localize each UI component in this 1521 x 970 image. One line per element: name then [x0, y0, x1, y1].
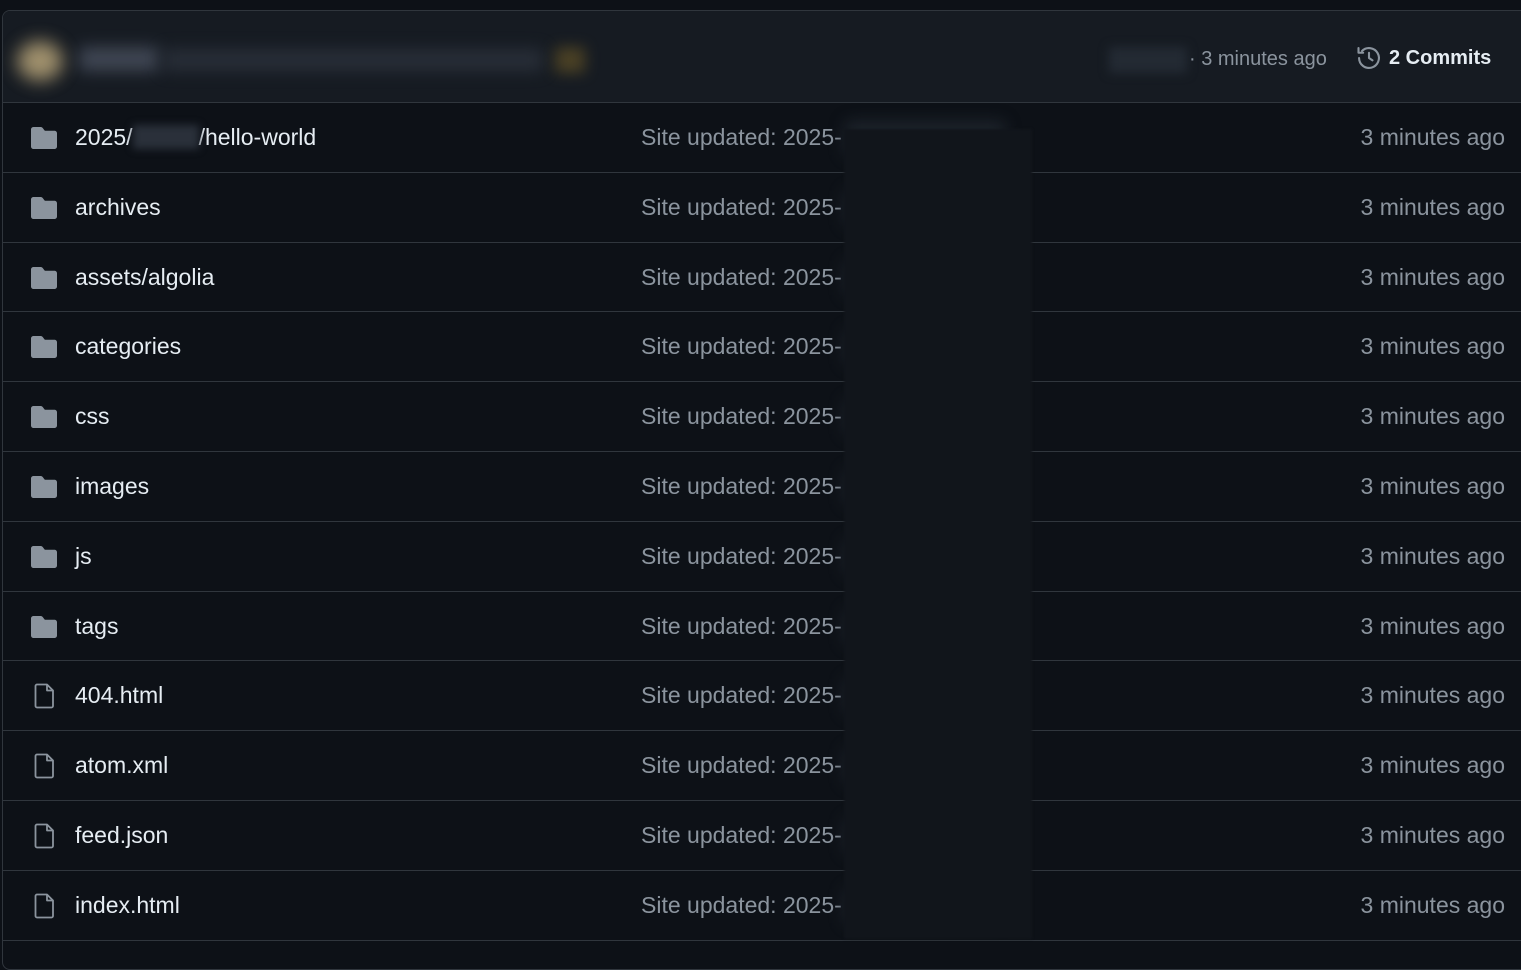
file-row[interactable]: js Site updated: 2025- 3 minutes ago	[3, 522, 1521, 592]
file-row[interactable]: css Site updated: 2025- 3 minutes ago	[3, 382, 1521, 452]
commit-message-link[interactable]: Site updated: 2025-	[641, 752, 842, 779]
commit-time: 3 minutes ago	[1360, 821, 1505, 848]
commit-message-link[interactable]: Site updated: 2025-	[641, 822, 842, 849]
commit-status-redacted[interactable]	[555, 47, 585, 73]
file-name-link[interactable]: atom.xml	[75, 752, 168, 779]
commit-date-redacted	[845, 400, 1005, 435]
folder-icon	[29, 474, 59, 500]
commit-hash-redacted[interactable]	[1109, 47, 1187, 73]
folder-icon	[29, 195, 59, 221]
redacted-segment	[132, 125, 199, 149]
commit-date-redacted	[845, 749, 1005, 784]
file-name-link[interactable]: index.html	[75, 892, 180, 919]
file-name-suffix: /hello-world	[198, 124, 317, 150]
file-row[interactable]: tags Site updated: 2025- 3 minutes ago	[3, 592, 1521, 662]
folder-icon	[29, 334, 59, 360]
file-name-link[interactable]: archives	[75, 194, 161, 221]
file-row[interactable]: archives Site updated: 2025- 3 minutes ago	[3, 173, 1521, 243]
commit-message-link[interactable]: Site updated: 2025-	[641, 333, 842, 360]
commit-time: 3 minutes ago	[1360, 403, 1505, 430]
commit-time: 3 minutes ago	[1360, 612, 1505, 639]
file-name-link[interactable]: assets/algolia	[75, 264, 214, 291]
commit-message-link[interactable]: Site updated: 2025-	[641, 124, 842, 151]
file-name-link[interactable]: 2025/ /hello-world	[75, 124, 316, 151]
commit-time: 3 minutes ago	[1360, 682, 1505, 709]
history-icon	[1355, 44, 1383, 72]
commit-time: 3 minutes ago	[1360, 263, 1505, 290]
file-name-link[interactable]: js	[75, 543, 92, 570]
file-name-link[interactable]: feed.json	[75, 822, 168, 849]
commit-time: 3 minutes ago	[1360, 542, 1505, 569]
file-row[interactable]: categories Site updated: 2025- 3 minutes a…	[3, 312, 1521, 383]
commit-date-redacted	[845, 330, 1005, 365]
file-name-link[interactable]: tags	[75, 613, 118, 640]
file-row[interactable]: 2025/ /hello-world Site updated: 2025- 3 mi…	[3, 103, 1521, 173]
commit-time: 3 minutes ago	[1360, 891, 1505, 918]
commit-date-redacted	[845, 121, 1005, 155]
commit-time: 3 minutes ago	[1360, 752, 1505, 779]
folder-icon	[29, 125, 59, 151]
author-name-redacted[interactable]	[79, 47, 159, 71]
latest-commit-time: · 3 minutes ago	[1189, 48, 1327, 70]
file-name-link[interactable]: 404.html	[75, 682, 163, 709]
file-icon	[29, 823, 59, 849]
commit-message-link[interactable]: Site updated: 2025-	[641, 892, 842, 919]
commit-date-redacted	[845, 190, 1005, 225]
commit-message-link[interactable]: Site updated: 2025-	[641, 682, 842, 709]
commits-link[interactable]: 2 Commits	[1355, 44, 1491, 72]
folder-icon	[29, 265, 59, 291]
commit-message-link[interactable]: Site updated: 2025-	[641, 543, 842, 570]
commit-message-link[interactable]: Site updated: 2025-	[641, 194, 842, 221]
author-avatar[interactable]	[17, 41, 63, 81]
commit-date-redacted	[845, 888, 1005, 923]
file-row[interactable]: feed.json Site updated: 2025- 3 minutes ag…	[3, 801, 1521, 871]
commit-date-redacted	[845, 818, 1005, 853]
folder-icon	[29, 404, 59, 430]
folder-icon	[29, 544, 59, 570]
file-icon	[29, 683, 59, 709]
commit-date-redacted	[845, 539, 1005, 574]
file-row[interactable]: images Site updated: 2025- 3 minutes ago	[3, 452, 1521, 522]
file-browser: · 3 minutes ago 2 Commits 2025/ /hello-wo…	[2, 10, 1521, 970]
folder-icon	[29, 614, 59, 640]
file-row[interactable]: assets/algolia Site updated: 2025- 3 minut…	[3, 243, 1521, 313]
file-name-link[interactable]: images	[75, 473, 149, 500]
commits-count-label: 2 Commits	[1389, 46, 1492, 69]
commit-date-redacted	[845, 679, 1005, 714]
file-name-prefix: 2025/	[75, 124, 133, 150]
commit-date-redacted	[845, 609, 1005, 644]
commit-time: 3 minutes ago	[1360, 124, 1505, 150]
commit-message-link[interactable]: Site updated: 2025-	[641, 473, 842, 500]
commit-message-redacted[interactable]	[163, 49, 543, 71]
file-row[interactable]: 404.html Site updated: 2025- 3 minutes ago	[3, 661, 1521, 732]
commit-message-link[interactable]: Site updated: 2025-	[641, 613, 842, 640]
commit-time: 3 minutes ago	[1360, 472, 1505, 499]
commit-time: 3 minutes ago	[1360, 333, 1505, 360]
latest-commit-bar: · 3 minutes ago 2 Commits	[3, 11, 1521, 103]
file-icon	[29, 893, 59, 919]
commit-message-link[interactable]: Site updated: 2025-	[641, 403, 842, 430]
file-row[interactable]: index.html Site updated: 2025- 3 minutes a…	[3, 871, 1521, 941]
file-name-link[interactable]: categories	[75, 333, 181, 360]
commit-time: 3 minutes ago	[1360, 193, 1505, 220]
commit-date-redacted	[845, 260, 1005, 295]
commit-message-link[interactable]: Site updated: 2025-	[641, 264, 842, 291]
file-row[interactable]: atom.xml Site updated: 2025- 3 minutes ago	[3, 731, 1521, 801]
file-icon	[29, 753, 59, 779]
file-list: 2025/ /hello-world Site updated: 2025- 3 mi…	[3, 103, 1521, 941]
commit-date-redacted	[845, 469, 1005, 504]
file-name-link[interactable]: css	[75, 403, 110, 430]
